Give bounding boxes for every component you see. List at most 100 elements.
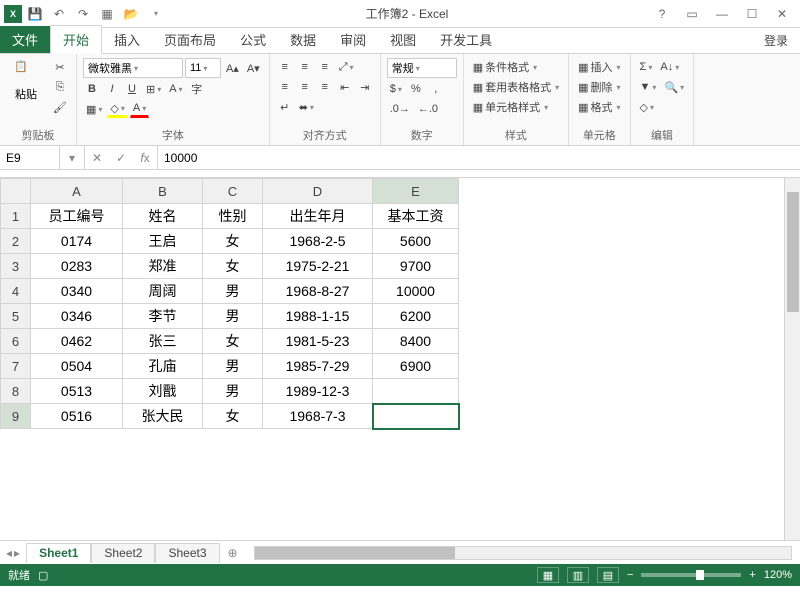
cell-E2[interactable]: 5600 (373, 229, 459, 254)
find-icon[interactable]: 🔍 (661, 78, 687, 96)
sheet-tab-sheet3[interactable]: Sheet3 (155, 543, 219, 563)
sheet-tab-sheet1[interactable]: Sheet1 (26, 543, 91, 563)
cell-B2[interactable]: 王启 (123, 229, 203, 254)
col-header-E[interactable]: E (373, 179, 459, 204)
row-header-5[interactable]: 5 (1, 304, 31, 329)
comma-icon[interactable]: , (427, 80, 445, 98)
align-bottom-icon[interactable]: ≡ (316, 58, 334, 76)
cell-B9[interactable]: 张大民 (123, 404, 203, 429)
minimize-icon[interactable]: — (708, 3, 736, 25)
cell-B3[interactable]: 郑准 (123, 254, 203, 279)
shrink-font-icon[interactable]: A▾ (244, 59, 263, 77)
phonetic-guide-icon[interactable]: 字 (188, 80, 206, 98)
insert-cells-button[interactable]: ▦ 插入 (575, 58, 623, 76)
cell-B6[interactable]: 张三 (123, 329, 203, 354)
cell-E9[interactable] (373, 404, 459, 429)
tab-insert[interactable]: 插入 (102, 26, 152, 53)
cell-A7[interactable]: 0504 (31, 354, 123, 379)
cell-A6[interactable]: 0462 (31, 329, 123, 354)
autosum-icon[interactable]: Σ (637, 58, 656, 76)
zoom-level[interactable]: 120% (764, 569, 792, 581)
undo-icon[interactable]: ↶ (48, 3, 70, 25)
tab-layout[interactable]: 页面布局 (152, 26, 228, 53)
font-size-combo[interactable]: 11 (185, 58, 221, 78)
percent-icon[interactable]: % (407, 80, 425, 98)
decrease-decimal-icon[interactable]: ←.0 (415, 100, 441, 118)
enter-icon[interactable]: ✓ (109, 151, 133, 165)
qat-dropdown[interactable] (144, 3, 166, 25)
cell-C5[interactable]: 男 (203, 304, 263, 329)
cell-A3[interactable]: 0283 (31, 254, 123, 279)
cell-D9[interactable]: 1968-7-3 (263, 404, 373, 429)
row-header-6[interactable]: 6 (1, 329, 31, 354)
name-box[interactable]: E9 (0, 146, 60, 169)
format-cells-button[interactable]: ▦ 格式 (575, 98, 623, 116)
fill-color-button[interactable]: ◇ (107, 100, 127, 118)
delete-cells-button[interactable]: ▦ 删除 (575, 78, 623, 96)
align-top-icon[interactable]: ≡ (276, 58, 294, 76)
wrap-text-icon[interactable]: ↵ (276, 98, 294, 116)
zoom-in-icon[interactable]: + (749, 569, 755, 581)
cell-C8[interactable]: 男 (203, 379, 263, 404)
cell-C3[interactable]: 女 (203, 254, 263, 279)
align-right-icon[interactable]: ≡ (316, 78, 334, 96)
cut-icon[interactable]: ✂ (50, 58, 70, 76)
cell-D2[interactable]: 1968-2-5 (263, 229, 373, 254)
orientation-icon[interactable]: ⤢ (336, 58, 357, 76)
save-icon[interactable]: 💾 (24, 3, 46, 25)
italic-button[interactable]: I (103, 80, 121, 98)
cell-A5[interactable]: 0346 (31, 304, 123, 329)
header-cell[interactable]: 性别 (203, 204, 263, 229)
increase-indent-icon[interactable]: ⇥ (356, 78, 374, 96)
increase-decimal-icon[interactable]: .0→ (387, 100, 413, 118)
cell-C7[interactable]: 男 (203, 354, 263, 379)
merge-center-icon[interactable]: ⬌ (296, 98, 317, 116)
cell-A8[interactable]: 0513 (31, 379, 123, 404)
page-layout-view-icon[interactable]: ▥ (567, 567, 589, 583)
sort-filter-icon[interactable]: A↓ (657, 58, 682, 76)
header-cell[interactable]: 出生年月 (263, 204, 373, 229)
decrease-indent-icon[interactable]: ⇤ (336, 78, 354, 96)
format-painter-icon[interactable]: 🖌 (50, 98, 70, 116)
cell-C4[interactable]: 男 (203, 279, 263, 304)
bold-button[interactable]: B (83, 80, 101, 98)
cell-A9[interactable]: 0516 (31, 404, 123, 429)
row-header-8[interactable]: 8 (1, 379, 31, 404)
cell-E3[interactable]: 9700 (373, 254, 459, 279)
row-header-4[interactable]: 4 (1, 279, 31, 304)
cell-styles-button[interactable]: ▦ 单元格样式 (470, 98, 551, 116)
open-icon[interactable]: 📂 (120, 3, 142, 25)
cancel-icon[interactable]: ✕ (85, 151, 109, 165)
cell-D8[interactable]: 1989-12-3 (263, 379, 373, 404)
tab-view[interactable]: 视图 (378, 26, 428, 53)
font-name-combo[interactable]: 微软雅黑 (83, 58, 183, 78)
tab-file[interactable]: 文件 (0, 26, 50, 53)
underline-button[interactable]: U (123, 80, 141, 98)
col-header-C[interactable]: C (203, 179, 263, 204)
name-dropdown-icon[interactable]: ▾ (60, 151, 84, 165)
col-header-A[interactable]: A (31, 179, 123, 204)
redo-icon[interactable]: ↷ (72, 3, 94, 25)
align-middle-icon[interactable]: ≡ (296, 58, 314, 76)
add-sheet-icon[interactable]: ⊕ (220, 546, 246, 560)
new-icon[interactable]: ▦ (96, 3, 118, 25)
zoom-out-icon[interactable]: − (627, 569, 633, 581)
tab-data[interactable]: 数据 (278, 26, 328, 53)
align-left-icon[interactable]: ≡ (276, 78, 294, 96)
cell-B7[interactable]: 孔庙 (123, 354, 203, 379)
row-header-9[interactable]: 9 (1, 404, 31, 429)
cell-E6[interactable]: 8400 (373, 329, 459, 354)
sheet-tab-sheet2[interactable]: Sheet2 (91, 543, 155, 563)
cell-C9[interactable]: 女 (203, 404, 263, 429)
cell-E8[interactable] (373, 379, 459, 404)
row-header-2[interactable]: 2 (1, 229, 31, 254)
tab-formula[interactable]: 公式 (228, 26, 278, 53)
cell-A2[interactable]: 0174 (31, 229, 123, 254)
horizontal-scrollbar[interactable] (254, 546, 792, 560)
header-cell[interactable]: 姓名 (123, 204, 203, 229)
cell-D3[interactable]: 1975-2-21 (263, 254, 373, 279)
sheet-nav-first-icon[interactable]: ◂ (6, 546, 12, 560)
cell-D7[interactable]: 1985-7-29 (263, 354, 373, 379)
tab-developer[interactable]: 开发工具 (428, 26, 504, 53)
formula-input[interactable]: 10000 (158, 146, 800, 169)
